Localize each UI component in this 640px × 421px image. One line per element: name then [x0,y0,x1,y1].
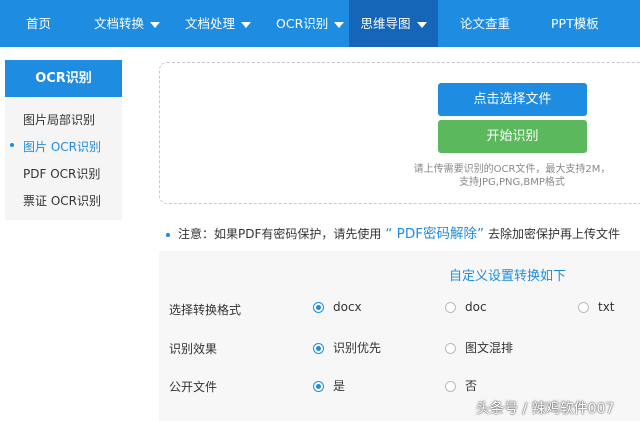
notice-prefix: 注意：如果PDF有密码保护，请先使用 [178,227,382,241]
public-no-radio[interactable]: 否 [445,377,477,394]
format-docx-radio[interactable]: docx [313,300,362,314]
nav-item-label: 论文查重 [460,16,511,31]
radio-unchecked-icon [445,302,456,313]
public-yes-radio[interactable]: 是 [313,377,345,394]
nav-item-doc-convert[interactable]: 文档转换 [94,0,161,47]
radio-label: 识别优先 [333,341,382,355]
nav-item-label: 文档处理 [185,16,236,31]
sidebar-item-image-ocr[interactable]: 图片 OCR识别 [10,138,101,155]
bullet-icon [166,232,170,237]
nav-item-home[interactable]: 首页 [26,0,51,47]
settings-title: 自定义设置转换如下 [449,269,567,284]
recognition-mixed-radio[interactable]: 图文混排 [445,339,513,356]
upload-hint-line1: 请上传需要识别的OCR文件，最大支持2M， [413,164,611,175]
chevron-down-icon [241,21,252,28]
notice-suffix: 去除加密保护再上传文件 [487,227,620,241]
nav-item-label: PPT模板 [551,16,599,31]
sidebar-item-label: PDF OCR识别 [23,167,101,181]
password-notice: 注意：如果PDF有密码保护，请先使用 “ PDF密码解除” 去除加密保护再上传文件 [166,222,640,242]
start-ocr-button[interactable]: 开始识别 [438,120,587,153]
select-file-button[interactable]: 点击选择文件 [438,83,587,116]
top-nav: 首页 文档转换 文档处理 OCR识别 思维导图 论文查重 PPT模板 [0,0,640,47]
nav-item-ppt[interactable]: PPT模板 [551,0,599,47]
upload-hint-line2: 支持JPG,PNG,BMP格式 [459,177,565,188]
radio-label: doc [465,300,487,314]
recognition-label: 识别效果 [169,342,218,356]
nav-item-doc-process[interactable]: 文档处理 [185,0,252,47]
radio-label: txt [598,300,615,314]
radio-checked-icon [313,343,324,354]
chevron-down-icon [416,21,427,28]
sidebar-item-label: 图片局部识别 [23,113,96,127]
upload-hint: 请上传需要识别的OCR文件，最大支持2M， 支持JPG,PNG,BMP格式 [390,163,634,189]
chevron-down-icon [334,21,345,28]
settings-panel: 自定义设置转换如下 选择转换格式 docx doc txt 识别效果 识别优先 … [159,251,640,421]
public-label: 公开文件 [169,380,218,394]
radio-unchecked-icon [445,381,456,392]
recognition-priority-radio[interactable]: 识别优先 [313,339,381,356]
nav-item-plagiarism[interactable]: 论文查重 [460,0,510,47]
sidebar-item-pdf-ocr[interactable]: PDF OCR识别 [23,165,100,182]
sidebar-item-partial-ocr[interactable]: 图片局部识别 [23,111,95,128]
format-label: 选择转换格式 [169,303,242,317]
watermark: 头条号 / 辣鸡软件007 [476,401,615,417]
sidebar-item-ticket-ocr[interactable]: 票证 OCR识别 [23,192,101,209]
radio-label: docx [333,300,362,314]
sidebar-item-label: 票证 OCR识别 [23,194,101,208]
radio-label: 否 [465,379,478,393]
radio-checked-icon [313,381,324,392]
nav-item-label: OCR识别 [276,16,329,31]
sidebar-item-label: 图片 OCR识别 [23,140,101,154]
sidebar-title: OCR识别 [5,60,122,97]
chevron-down-icon [150,21,161,28]
radio-label: 图文混排 [465,341,514,355]
pdf-unlock-link[interactable]: “ PDF密码解除” [385,226,484,242]
nav-item-label: 首页 [26,16,52,31]
radio-unchecked-icon [445,343,456,354]
radio-checked-icon [313,302,324,313]
upload-dropzone[interactable]: 点击选择文件 开始识别 请上传需要识别的OCR文件，最大支持2M， 支持JPG,… [159,62,640,204]
format-txt-radio[interactable]: txt [578,300,615,314]
radio-label: 是 [333,379,346,393]
nav-item-ocr[interactable]: OCR识别 [276,0,345,47]
nav-item-mindmap[interactable]: 思维导图 [349,0,438,47]
format-doc-radio[interactable]: doc [445,300,487,314]
sidebar: OCR识别 图片局部识别 图片 OCR识别 PDF OCR识别 票证 OCR识别 [5,60,122,220]
radio-unchecked-icon [578,302,589,313]
nav-item-label: 文档转换 [94,16,145,31]
active-bullet-icon [10,143,14,147]
nav-item-label: 思维导图 [360,16,411,31]
